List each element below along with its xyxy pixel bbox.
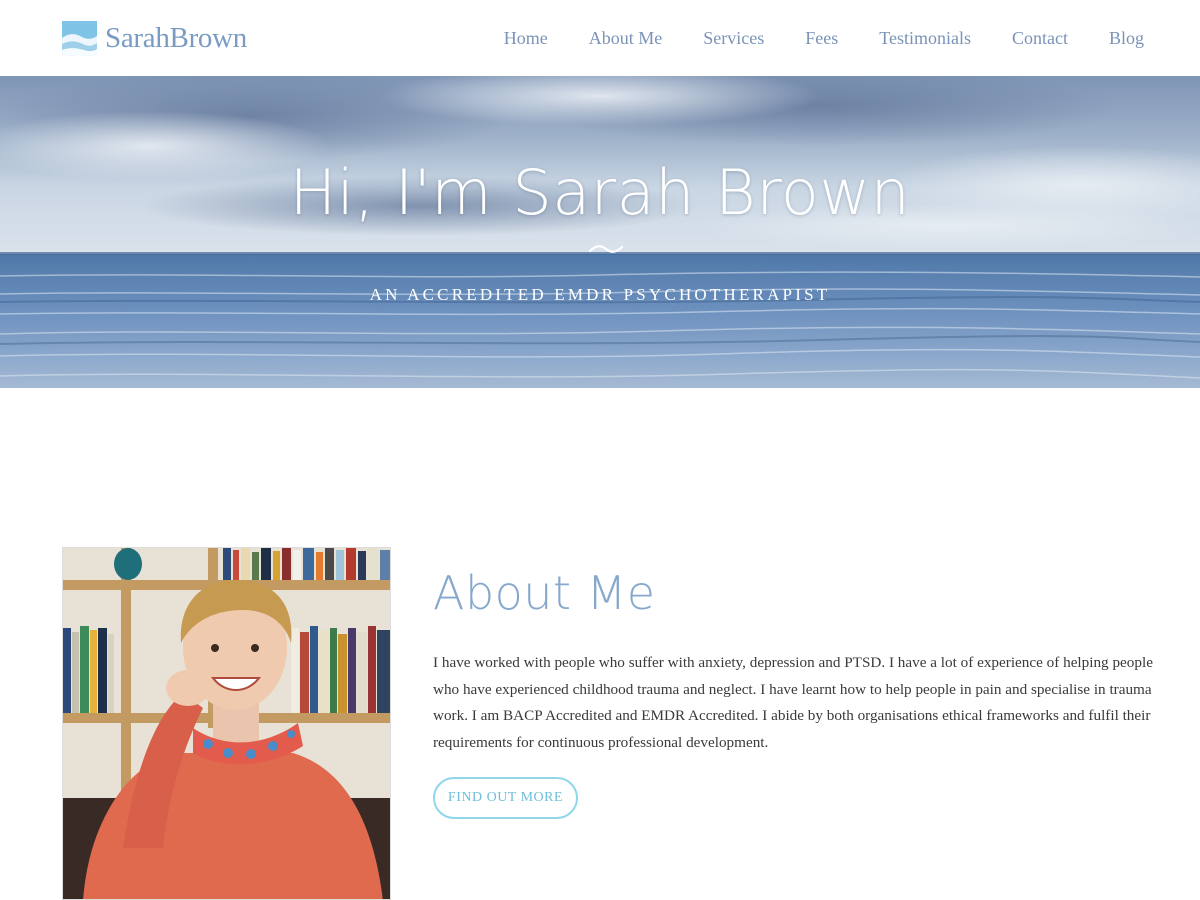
nav-testimonials[interactable]: Testimonials xyxy=(879,28,971,49)
waves-logo-icon xyxy=(62,20,97,56)
wave-divider-icon xyxy=(588,245,624,253)
sea-background-image xyxy=(0,76,1200,388)
find-out-more-button[interactable]: Find out more xyxy=(433,777,578,819)
about-title: About Me xyxy=(433,566,656,620)
hero-banner: Hi, I'm Sarah Brown An Accredited EMDR P… xyxy=(0,76,1200,388)
site-logo[interactable]: SarahBrown xyxy=(62,20,247,56)
nav-about-me[interactable]: About Me xyxy=(589,28,663,49)
portrait-photo xyxy=(62,547,391,900)
about-body: I have worked with people who suffer wit… xyxy=(433,654,1153,751)
hero-title: Hi, I'm Sarah Brown xyxy=(289,156,911,229)
nav-fees[interactable]: Fees xyxy=(805,28,838,49)
nav-contact[interactable]: Contact xyxy=(1012,28,1068,49)
nav-home[interactable]: Home xyxy=(504,28,548,49)
hero-subtitle: An Accredited EMDR Psychotherapist xyxy=(369,285,831,304)
nav-blog[interactable]: Blog xyxy=(1109,28,1144,49)
nav-services[interactable]: Services xyxy=(703,28,764,49)
main-nav: Home About Me Services Fees Testimonials… xyxy=(463,0,1144,76)
site-header: SarahBrown Home About Me Services Fees T… xyxy=(0,0,1200,76)
logo-text: SarahBrown xyxy=(105,21,247,54)
